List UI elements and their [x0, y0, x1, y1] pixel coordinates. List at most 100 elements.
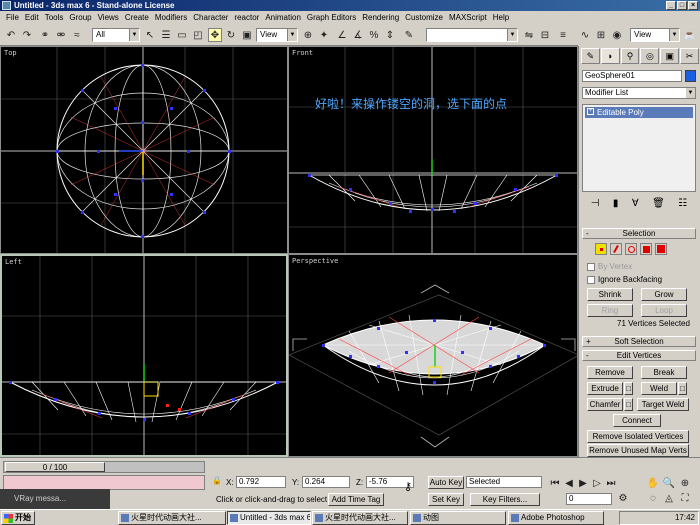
maxscript-listener[interactable]: [3, 475, 205, 490]
go-to-end-icon[interactable]: ⏭: [604, 476, 618, 490]
viewport-left-label[interactable]: Left: [5, 258, 22, 266]
viewport-front[interactable]: Front 好啦！来操作镂空的洞，选下面的点: [288, 46, 578, 254]
percent-snap-icon[interactable]: %: [367, 28, 381, 42]
play-icon[interactable]: ▶: [576, 476, 590, 490]
utilities-tab-icon[interactable]: ✂: [680, 48, 699, 64]
remove-button[interactable]: Remove: [587, 366, 633, 379]
menu-modifiers[interactable]: Modifiers: [152, 13, 190, 22]
reference-coord-dropdown[interactable]: View ▼: [256, 28, 298, 42]
menu-help[interactable]: Help: [490, 13, 512, 22]
menu-reactor[interactable]: reactor: [231, 13, 262, 22]
spinner-snap-icon[interactable]: ⇕: [383, 28, 397, 42]
taskbar-item-4[interactable]: 动图: [410, 511, 506, 525]
menu-character[interactable]: Character: [190, 13, 231, 22]
key-filters-button[interactable]: Key Filters...: [470, 493, 540, 506]
mirror-icon[interactable]: ⇋: [522, 28, 536, 42]
named-selection-icon[interactable]: ✎: [402, 28, 416, 42]
menu-animation[interactable]: Animation: [262, 13, 304, 22]
set-key-button[interactable]: Set Key: [428, 493, 464, 506]
select-link-icon[interactable]: ⚭: [38, 28, 52, 42]
scale-icon[interactable]: ▣: [240, 28, 254, 42]
connect-button[interactable]: Connect: [613, 414, 661, 427]
display-tab-icon[interactable]: ▣: [660, 48, 680, 64]
vray-message-window[interactable]: VRay messa...: [0, 489, 110, 509]
select-by-name-icon[interactable]: ☰: [159, 28, 173, 42]
soft-selection-rollout-header[interactable]: + Soft Selection: [582, 336, 696, 347]
edit-vertices-rollout-header[interactable]: - Edit Vertices: [582, 350, 696, 361]
field-of-view-icon[interactable]: ◬: [662, 491, 676, 505]
key-mode-dropdown[interactable]: Selected: [466, 476, 542, 488]
unlink-icon[interactable]: ⚮: [54, 28, 68, 42]
modify-tab-icon[interactable]: ◗: [600, 48, 620, 64]
polygon-mode-icon[interactable]: [640, 243, 652, 255]
x-coordinate-field[interactable]: 0.792: [236, 476, 286, 488]
current-frame-field[interactable]: 0: [566, 493, 612, 505]
angle-snap-icon[interactable]: ∡: [351, 28, 365, 42]
move-icon[interactable]: ✥: [208, 28, 222, 42]
named-selection-sets-dropdown[interactable]: ▼: [426, 28, 518, 42]
time-slider[interactable]: 0 / 100: [3, 461, 205, 473]
add-time-tag-button[interactable]: Add Time Tag: [328, 493, 384, 506]
zoom-all-icon[interactable]: ⊕: [678, 476, 692, 490]
viewport-top[interactable]: Top: [0, 46, 288, 254]
redo-icon[interactable]: ↷: [20, 28, 34, 42]
element-mode-icon[interactable]: [655, 243, 667, 255]
menu-group[interactable]: Group: [66, 13, 94, 22]
close-button[interactable]: ×: [688, 1, 698, 10]
taskbar-item-3[interactable]: 火星时代动画大社...: [312, 511, 408, 525]
show-end-result-icon[interactable]: ▮: [613, 198, 619, 212]
pivot-center-icon[interactable]: ⊕: [301, 28, 315, 42]
selection-filter-dropdown[interactable]: All ▼: [92, 28, 140, 42]
expand-icon[interactable]: +: [587, 108, 594, 115]
chamfer-button[interactable]: Chamfer: [587, 398, 623, 411]
menu-file[interactable]: File: [3, 13, 22, 22]
select-object-icon[interactable]: ↖: [143, 28, 157, 42]
window-crossing-icon[interactable]: ◰: [191, 28, 205, 42]
vertex-mode-icon[interactable]: [595, 243, 607, 255]
ring-button[interactable]: Ring: [587, 304, 633, 317]
menu-customize[interactable]: Customize: [402, 13, 446, 22]
loop-button[interactable]: Loop: [641, 304, 687, 317]
zoom-icon[interactable]: 🔍: [662, 476, 676, 490]
motion-tab-icon[interactable]: ◎: [640, 48, 660, 64]
stack-item-editable-poly[interactable]: + Editable Poly: [585, 107, 693, 118]
remove-unused-map-verts-button[interactable]: Remove Unused Map Verts: [587, 444, 689, 457]
y-coordinate-field[interactable]: 0.264: [302, 476, 350, 488]
weld-button[interactable]: Weld: [641, 382, 677, 395]
weld-settings-button[interactable]: □: [678, 382, 687, 395]
extrude-button[interactable]: Extrude: [587, 382, 623, 395]
snap-icon[interactable]: ∠: [335, 28, 349, 42]
break-button[interactable]: Break: [641, 366, 687, 379]
menu-views[interactable]: Views: [95, 13, 122, 22]
time-slider-thumb[interactable]: 0 / 100: [5, 462, 105, 472]
maximize-viewport-icon[interactable]: ⛶: [678, 491, 692, 505]
object-color-swatch[interactable]: [685, 70, 696, 82]
auto-key-button[interactable]: Auto Key: [428, 476, 464, 489]
bind-space-warp-icon[interactable]: ≈: [70, 28, 84, 42]
chamfer-settings-button[interactable]: □: [624, 398, 633, 411]
lock-selection-icon[interactable]: 🔒: [212, 476, 222, 485]
select-manipulate-icon[interactable]: ✦: [317, 28, 331, 42]
rotate-icon[interactable]: ↻: [224, 28, 238, 42]
viewport-left[interactable]: Left: [0, 254, 288, 457]
orbit-icon[interactable]: ◌: [646, 491, 660, 505]
align-icon[interactable]: ⊟: [538, 28, 552, 42]
object-name-field[interactable]: GeoSphere01: [582, 70, 682, 82]
configure-sets-icon[interactable]: ☷: [678, 198, 687, 212]
viewport-top-label[interactable]: Top: [4, 49, 17, 57]
rectangular-selection-icon[interactable]: ▭: [175, 28, 189, 42]
curve-editor-icon[interactable]: ∿: [578, 28, 592, 42]
target-weld-button[interactable]: Target Weld: [637, 398, 689, 411]
time-config-icon[interactable]: ⚙: [616, 491, 630, 505]
make-unique-icon[interactable]: ∀: [632, 198, 639, 212]
pin-stack-icon[interactable]: ⊣: [591, 198, 600, 212]
render-view-dropdown[interactable]: View ▼: [630, 28, 680, 42]
clock[interactable]: 17:42: [675, 513, 695, 522]
taskbar-item-5[interactable]: Adobe Photoshop: [508, 511, 604, 525]
viewport-front-label[interactable]: Front: [292, 49, 313, 57]
extrude-settings-button[interactable]: □: [624, 382, 633, 395]
viewport-perspective-label[interactable]: Perspective: [292, 257, 338, 265]
grow-button[interactable]: Grow: [641, 288, 687, 301]
menu-maxscript[interactable]: MAXScript: [446, 13, 490, 22]
layer-manager-icon[interactable]: ≡: [556, 28, 570, 42]
